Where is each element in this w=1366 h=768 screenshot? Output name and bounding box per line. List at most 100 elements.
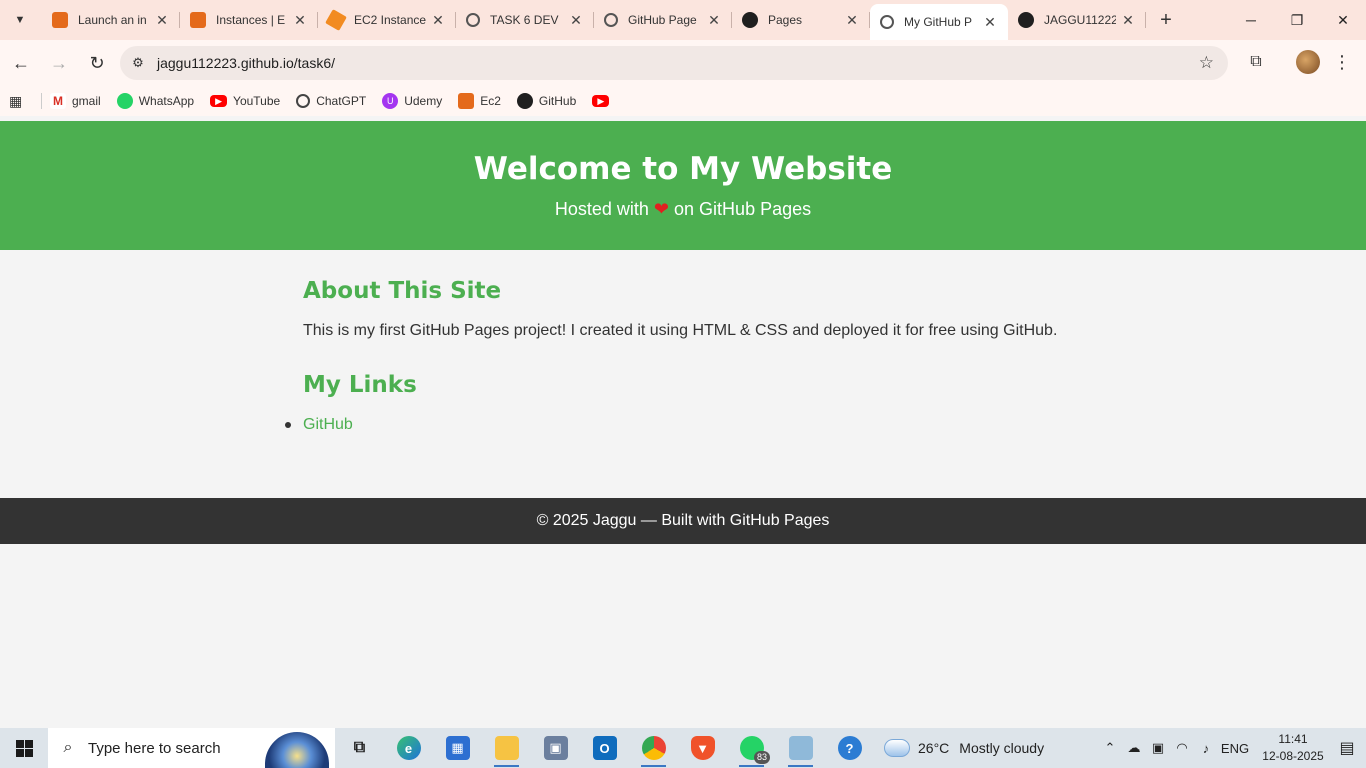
wifi-icon[interactable]: ◠ [1170, 740, 1194, 756]
github-icon [1018, 12, 1034, 28]
subtitle-before: Hosted with [554, 199, 649, 219]
meet-icon[interactable]: ▣ [1146, 740, 1170, 756]
tab-title: Launch an in [78, 13, 147, 27]
github-link[interactable]: GitHub [303, 414, 353, 436]
youtube-icon: ▶ [210, 95, 228, 107]
weather-widget[interactable]: 26°C Mostly cloudy [881, 734, 1045, 757]
bookmark-youtube-2[interactable]: ▶ [592, 95, 615, 107]
tab-search-button[interactable]: ▼ [6, 6, 34, 34]
outlook-icon: O [592, 736, 617, 760]
browser-toolbar: ← → ↻ ⚙ jaggu112223.github.io/task6/ ☆ ⧉… [0, 40, 1366, 86]
app-button[interactable]: ▣ [531, 728, 580, 768]
close-icon[interactable]: ✕ [154, 12, 170, 29]
globe-icon [466, 13, 480, 27]
tab[interactable]: Launch an in ✕ [42, 0, 180, 40]
volume-icon[interactable]: ♪ [1194, 741, 1218, 756]
close-icon[interactable]: ✕ [982, 14, 998, 31]
divider [41, 93, 42, 109]
close-icon[interactable]: ✕ [706, 12, 722, 29]
close-icon[interactable]: ✕ [292, 12, 308, 29]
bookmark-star-icon[interactable]: ☆ [1199, 53, 1214, 73]
main-content: About This Site This is my first GitHub … [285, 276, 1063, 436]
about-text: This is my first GitHub Pages project! I… [303, 322, 1058, 339]
bookmark-github[interactable]: GitHub [516, 93, 576, 109]
ec2-icon [325, 9, 347, 31]
page-header: Welcome to My Website Hosted with ❤ on G… [0, 121, 1366, 250]
store-button[interactable]: ▦ [433, 728, 482, 768]
clock[interactable]: 11:41 12-08-2025 [1258, 731, 1328, 765]
bookmark-label: Ec2 [480, 94, 501, 108]
tab[interactable]: Instances | E ✕ [180, 0, 318, 40]
bookmark-label: YouTube [233, 94, 281, 108]
weather-condition: Mostly cloudy [959, 740, 1045, 756]
links-heading: My Links [303, 372, 417, 398]
avatar[interactable] [1296, 50, 1320, 74]
github-icon [516, 93, 533, 109]
brave-button[interactable]: ▼ [678, 728, 727, 768]
app-icon: ▣ [543, 736, 568, 760]
file-explorer-button[interactable] [482, 728, 531, 768]
extensions-icon[interactable]: ⧉ [1242, 48, 1270, 76]
bookmark-ec2[interactable]: Ec2 [458, 93, 501, 109]
subtitle-after: on GitHub Pages [674, 199, 812, 219]
apps-grid-icon[interactable]: ▦ [9, 93, 31, 110]
notification-badge: 83 [753, 751, 770, 764]
tab[interactable]: TASK 6 DEV ✕ [456, 0, 594, 40]
address-bar[interactable]: ⚙ jaggu112223.github.io/task6/ ☆ [120, 46, 1228, 80]
close-window-button[interactable]: ✕ [1320, 0, 1366, 40]
tab-title: My GitHub P [904, 15, 973, 29]
notification-icon[interactable]: ▤ [1328, 738, 1366, 758]
taskbar-search[interactable]: ⌕ Type here to search [48, 728, 335, 768]
bookmark-label: ChatGPT [316, 94, 367, 108]
url-text[interactable]: jaggu112223.github.io/task6/ [157, 55, 335, 71]
task-view-button[interactable]: ⧉ [335, 728, 384, 768]
edge-button[interactable]: e [384, 728, 433, 768]
restore-button[interactable]: ❐ [1274, 0, 1320, 40]
close-icon[interactable]: ✕ [430, 12, 446, 29]
globe-icon [880, 15, 894, 29]
bookmark-youtube[interactable]: ▶ YouTube [210, 94, 280, 108]
site-info-icon[interactable]: ⚙ [126, 55, 150, 71]
tab-title: JAGGU11222 [1044, 13, 1116, 27]
search-placeholder: Type here to search [88, 739, 221, 757]
tab[interactable]: GitHub Page ✕ [594, 0, 732, 40]
back-button[interactable]: ← [4, 46, 38, 80]
bookmark-chatgpt[interactable]: ChatGPT [296, 94, 366, 108]
whatsapp-button[interactable]: 83 [727, 728, 776, 768]
close-icon[interactable]: ✕ [844, 12, 860, 29]
tab-title: TASK 6 DEV [490, 13, 559, 27]
bookmark-udemy[interactable]: U Udemy [382, 93, 442, 109]
date: 12-08-2025 [1262, 749, 1324, 763]
onedrive-icon[interactable]: ☁ [1122, 740, 1146, 756]
forward-button[interactable]: → [42, 46, 76, 80]
tab-active[interactable]: My GitHub P ✕ [870, 4, 1008, 40]
close-icon[interactable]: ✕ [568, 12, 584, 29]
system-tray: ⌃ ☁ ▣ ◠ ♪ ENG 11:41 12-08-2025 ▤ [1098, 728, 1366, 768]
aws-icon [190, 12, 206, 28]
tab[interactable]: Pages ✕ [732, 0, 870, 40]
minimize-button[interactable]: ─ [1228, 0, 1274, 40]
language-indicator[interactable]: ENG [1218, 741, 1252, 756]
close-icon[interactable]: ✕ [1120, 12, 1136, 29]
help-icon: ? [837, 736, 862, 760]
weather-temp: 26°C [918, 740, 950, 756]
menu-icon[interactable]: ⋮ [1332, 48, 1352, 76]
tab-strip: ▼ Launch an in ✕ Instances | E ✕ EC2 Ins… [0, 0, 1366, 40]
page-subtitle: Hosted with ❤ on GitHub Pages [0, 197, 1366, 221]
help-button[interactable]: ? [825, 728, 874, 768]
app-button-2[interactable] [776, 728, 825, 768]
tab[interactable]: JAGGU11222 ✕ [1008, 0, 1146, 40]
bookmark-gmail[interactable]: M gmail [50, 93, 101, 109]
reload-button[interactable]: ↻ [80, 46, 114, 80]
outlook-button[interactable]: O [580, 728, 629, 768]
edge-icon: e [396, 736, 421, 760]
tab[interactable]: EC2 Instance ✕ [318, 0, 456, 40]
start-button[interactable] [0, 728, 48, 768]
bookmark-whatsapp[interactable]: WhatsApp [116, 93, 194, 109]
links-list: GitHub [285, 414, 1063, 436]
chevron-up-icon[interactable]: ⌃ [1098, 740, 1122, 756]
new-tab-button[interactable]: + [1152, 6, 1180, 34]
chrome-button[interactable] [629, 728, 678, 768]
bookmarks-bar: ▦ M gmail WhatsApp ▶ YouTube ChatGPT U U… [0, 86, 1366, 116]
udemy-icon: U [382, 93, 399, 109]
